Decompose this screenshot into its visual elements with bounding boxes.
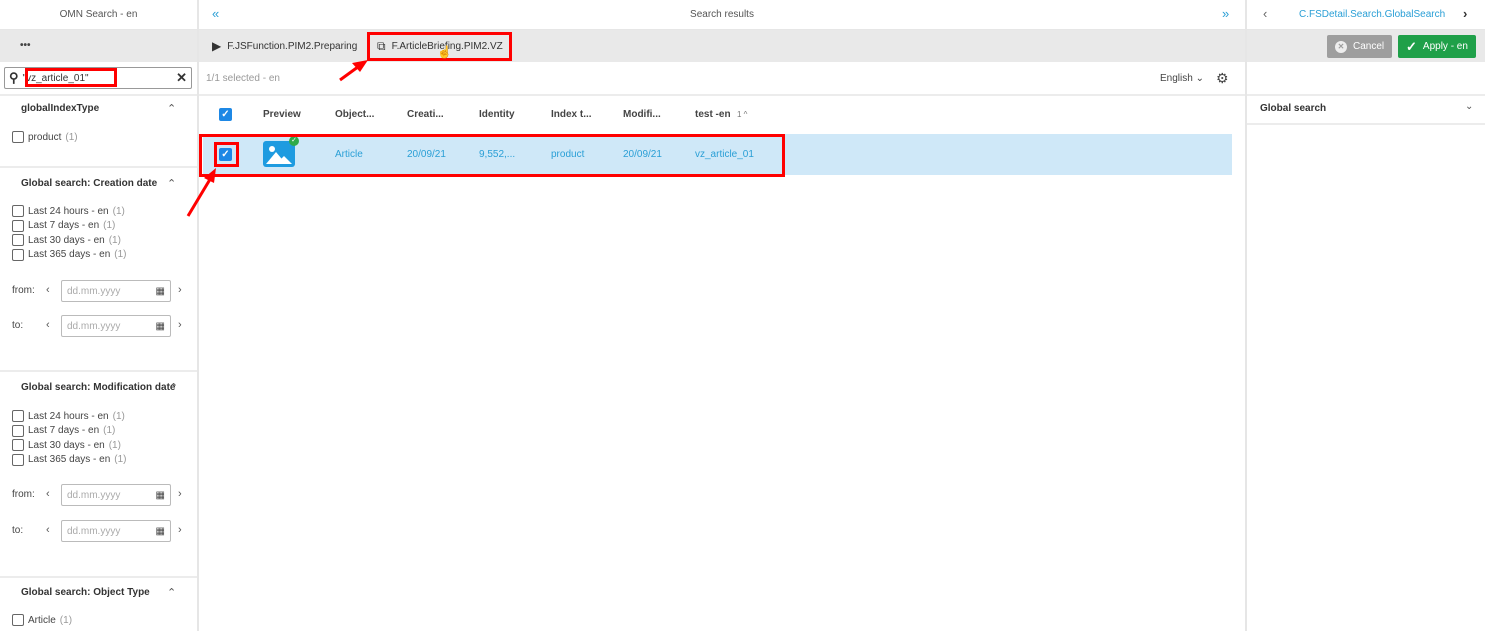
annotation-arrow (186, 175, 214, 217)
pointer-cursor-icon: ☝ (437, 45, 452, 59)
annotation-arrowhead (204, 168, 216, 183)
annotation-arrows (186, 60, 368, 217)
